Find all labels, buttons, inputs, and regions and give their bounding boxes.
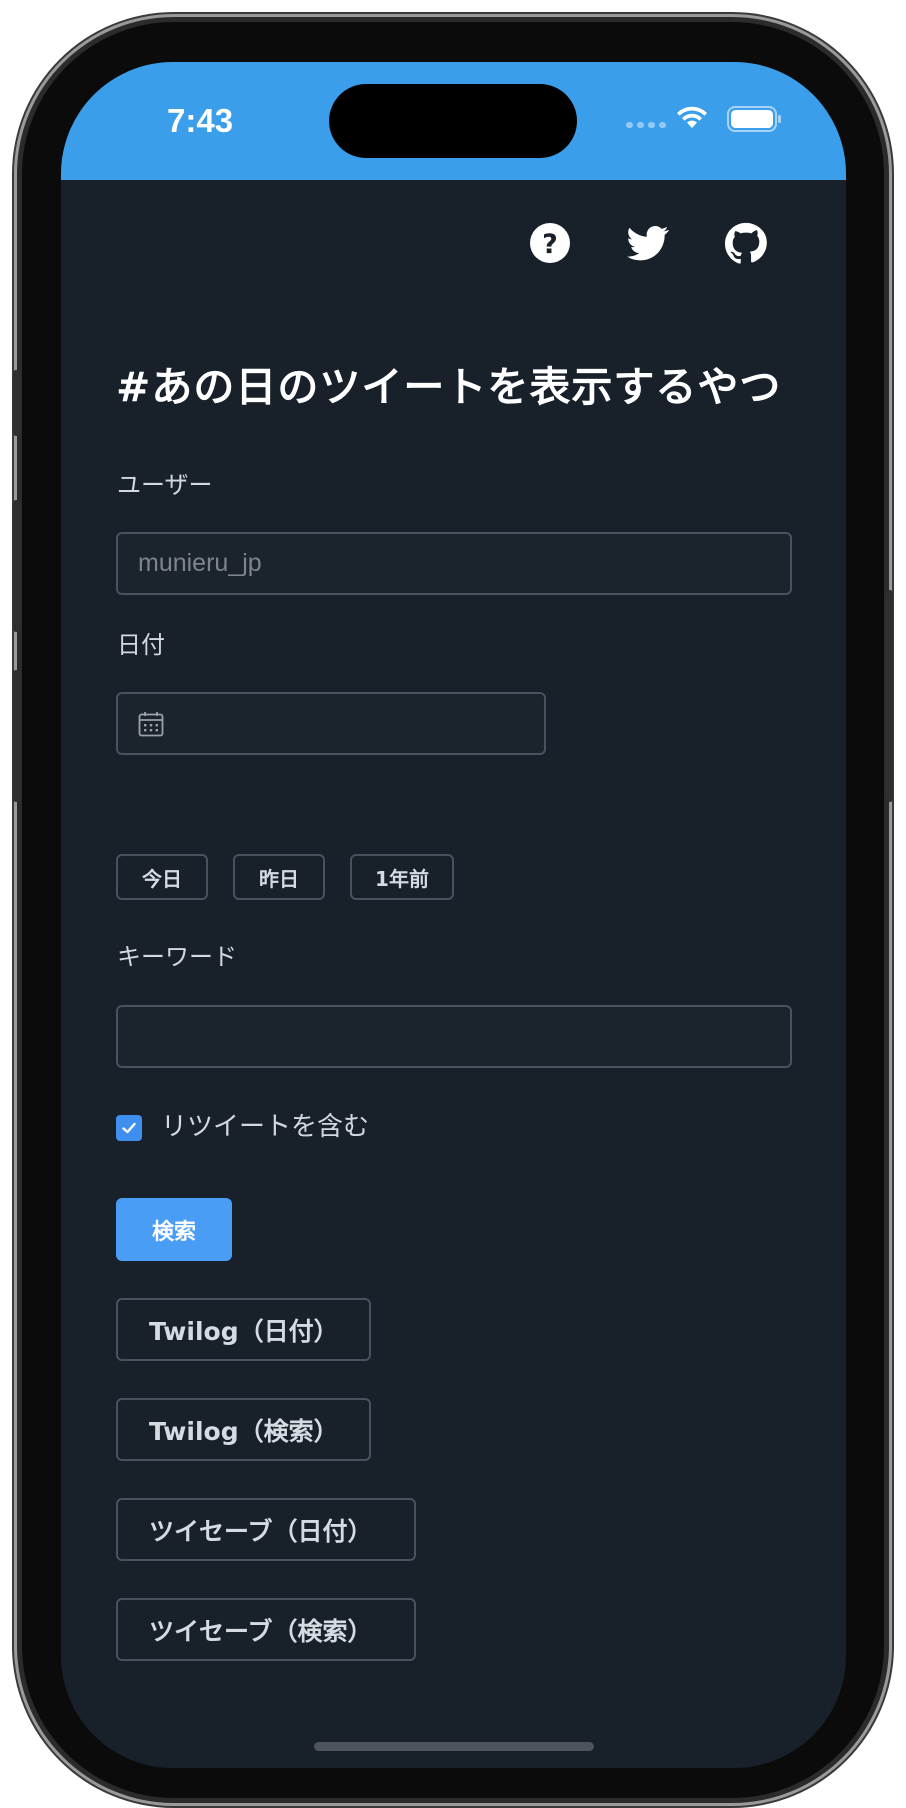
keyword-label: キーワード [117, 943, 237, 971]
power-button [885, 590, 893, 802]
twisave-search-button[interactable]: ツイセーブ（検索） [116, 1598, 416, 1661]
twilog-search-button[interactable]: Twilog（検索） [116, 1398, 371, 1461]
twilog-date-button[interactable]: Twilog（日付） [116, 1298, 371, 1361]
status-time: 7:43 [167, 102, 234, 139]
user-input[interactable] [116, 532, 792, 595]
date-label: 日付 [117, 631, 165, 659]
home-indicator[interactable] [314, 1742, 594, 1751]
volume-down-button [13, 670, 21, 802]
svg-text:?: ? [542, 229, 558, 260]
status-bar: 7:43 [61, 62, 846, 180]
today-button[interactable]: 今日 [116, 854, 208, 900]
search-form: #あの日のツイートを表示するやつ ユーザー 日付 今日 昨日 1年前 キーワード [116, 362, 792, 1661]
page-title: #あの日のツイートを表示するやつ [116, 363, 782, 411]
checkmark-icon [122, 1122, 136, 1134]
dynamic-island [329, 84, 577, 158]
keyword-input[interactable] [116, 1005, 792, 1068]
wifi-icon [677, 106, 707, 128]
action-button [13, 370, 21, 436]
search-button[interactable]: 検索 [116, 1198, 232, 1261]
help-icon[interactable]: ? [529, 222, 571, 264]
yesterday-button[interactable]: 昨日 [233, 854, 325, 900]
screen: 7:43 ? #あの日のツイートを表示するやつ ユーザー 日付 [61, 62, 846, 1768]
header-icon-links: ? [529, 222, 767, 264]
include-retweets-checkbox[interactable] [116, 1115, 142, 1141]
one-year-ago-button[interactable]: 1年前 [350, 854, 454, 900]
user-label: ユーザー [117, 471, 213, 499]
include-retweets-label: リツイートを含む [161, 1112, 370, 1142]
volume-up-button [13, 500, 21, 632]
calendar-icon [138, 712, 164, 737]
cellular-signal-icon [626, 122, 666, 128]
twitter-icon[interactable] [627, 222, 669, 264]
twisave-date-button[interactable]: ツイセーブ（日付） [116, 1498, 416, 1561]
battery-icon [727, 106, 781, 132]
github-icon[interactable] [725, 222, 767, 264]
date-input[interactable] [116, 692, 546, 755]
